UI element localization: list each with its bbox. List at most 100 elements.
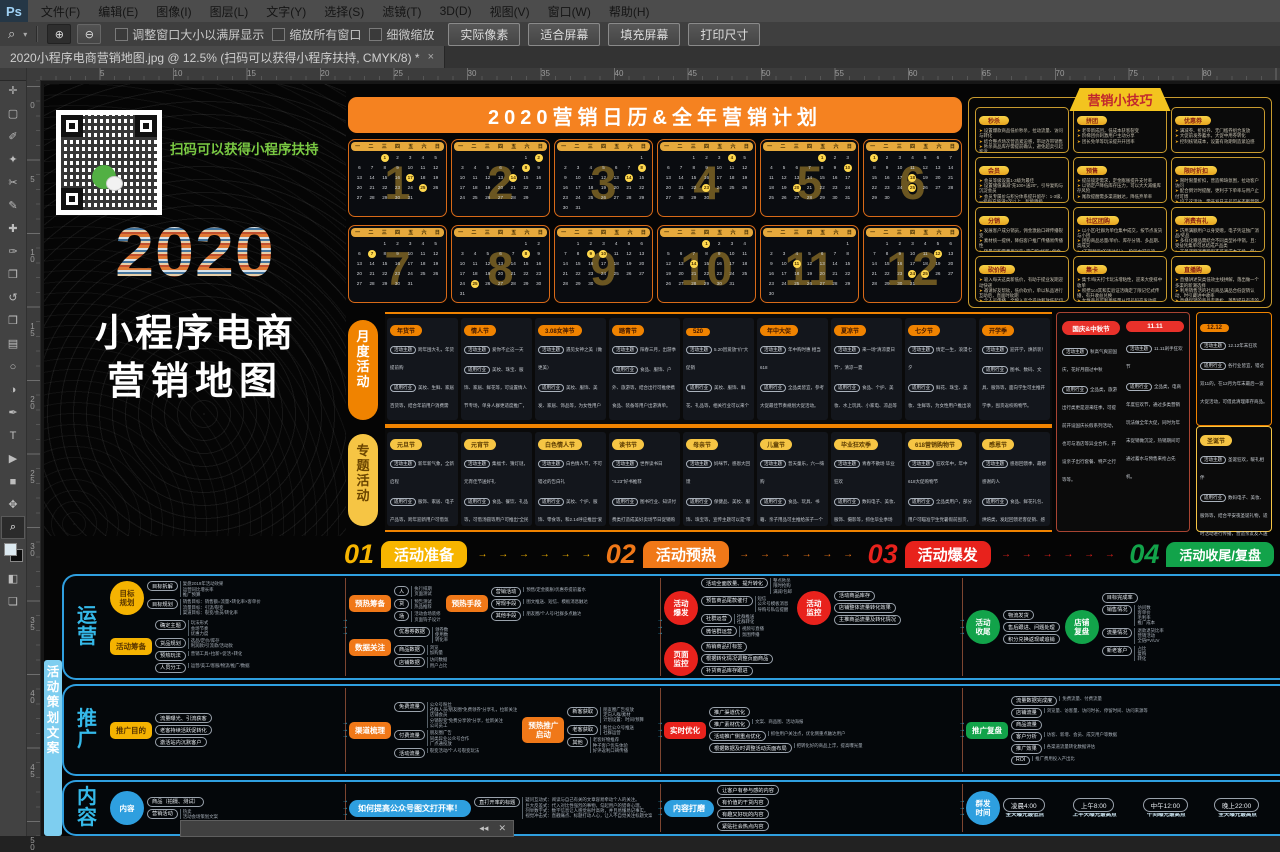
path-select-tool[interactable]: ▶ bbox=[1, 447, 25, 470]
branch-children: 免费流量、付费流量 bbox=[1059, 696, 1102, 701]
type-tool[interactable]: T bbox=[1, 424, 25, 447]
eraser-tool[interactable]: ❒ bbox=[1, 309, 25, 332]
branch-children: 访问数据用户占比 bbox=[427, 657, 448, 668]
festival-highlight-block: 国庆&中秋节活动主题秋高气爽迎国庆，花好月圆过中秋适用行业全品类，旅游出行类更是… bbox=[1056, 312, 1190, 532]
highlighted-day: 10 bbox=[844, 164, 852, 172]
collapsed-panel[interactable]: ◂◂ ✕ bbox=[180, 820, 514, 837]
option-checkbox[interactable]: 缩放所有窗口 bbox=[272, 26, 361, 43]
checkbox-box[interactable] bbox=[115, 28, 128, 41]
branches: 流量曝光、引流获客老客持续活跃促转化激活站内沉默客户 bbox=[155, 713, 212, 747]
brush-tool[interactable]: ✑ bbox=[1, 240, 25, 263]
highlighted-day: 4 bbox=[728, 154, 736, 162]
day-cell: 16 bbox=[715, 260, 723, 268]
color-swatches[interactable] bbox=[1, 541, 25, 565]
day-cell: 10 bbox=[458, 174, 466, 182]
phase-column-2: 预热筹备人执行排期页面测试货预告测试热品推荐场活动会场装修页面钩子设计预热手段营… bbox=[345, 576, 660, 678]
history-brush-tool[interactable]: ↺ bbox=[1, 286, 25, 309]
checkbox-box[interactable] bbox=[272, 28, 285, 41]
day-cell: 19 bbox=[484, 270, 492, 278]
option-checkbox[interactable]: 细微缩放 bbox=[369, 26, 434, 43]
menu-item[interactable]: 选择(S) bbox=[315, 0, 373, 22]
photoshop-logo: Ps bbox=[0, 0, 28, 22]
weekday-label: 三 bbox=[588, 143, 593, 150]
weekday-label: 五 bbox=[511, 229, 516, 236]
zoom-tool-icon[interactable]: ⌕ bbox=[6, 26, 17, 42]
option-button[interactable]: 实际像素 bbox=[448, 23, 520, 46]
weekday-label: 五 bbox=[923, 143, 928, 150]
tip-line: 以小区/社群为单位集中成交，按节点发货与小团 bbox=[1077, 228, 1163, 239]
panel-close-icon[interactable]: ✕ bbox=[498, 824, 506, 833]
empty-cell bbox=[767, 240, 775, 248]
crop-tool[interactable]: ✂ bbox=[1, 171, 25, 194]
canvas-area[interactable]: 扫码可以获得小程序扶持 2020 小程序电商 营销地图 2020营销日历&全年营… bbox=[40, 80, 1280, 836]
zoom-in-button[interactable]: ⊕ bbox=[47, 24, 71, 44]
zoom-out-button[interactable]: ⊖ bbox=[77, 24, 101, 44]
industry-block: 适用行业服饰、家居、电子产品等，跨年迎新用户可借氛围，为新流量拉动一波销量，让顾… bbox=[390, 490, 455, 526]
branch: 目标拆解复盘2019年活动效果运营同比增长率推广预算 bbox=[147, 581, 261, 597]
gradient-tool[interactable]: ▤ bbox=[1, 332, 25, 355]
day-cell: 31 bbox=[908, 280, 916, 288]
option-checkbox[interactable]: 调整窗口大小以满屏显示 bbox=[115, 26, 264, 43]
foreground-color[interactable] bbox=[4, 543, 17, 556]
day-cell: 18 bbox=[419, 174, 427, 182]
menu-item[interactable]: 帮助(H) bbox=[600, 0, 659, 22]
day-cell: 26 bbox=[805, 280, 813, 288]
menu-item[interactable]: 文字(Y) bbox=[257, 0, 315, 22]
horizontal-ruler[interactable]: 5101520253035404550556065707580 bbox=[26, 68, 1280, 81]
tip-line: 个人号传播，全貌入页全妥动和放低起切购传递和边增 bbox=[979, 298, 1065, 302]
document-tab[interactable]: 2020小程序电商营销地图.jpg @ 12.5% (扫码可以获得小程序扶持, … bbox=[0, 46, 445, 68]
branch-children: 全天曝光最高点 bbox=[1216, 813, 1257, 818]
menu-item[interactable]: 文件(F) bbox=[32, 0, 89, 22]
move-tool[interactable]: ✛ bbox=[1, 79, 25, 102]
checkbox-box[interactable] bbox=[369, 28, 382, 41]
branch-children: 各渠道流量转化数据评估 bbox=[1044, 744, 1095, 749]
tab-close-icon[interactable]: × bbox=[428, 51, 434, 63]
day-cell: 15 bbox=[381, 260, 389, 268]
branch-label: 目标规划 bbox=[147, 599, 178, 609]
wechat-icon bbox=[92, 165, 116, 189]
quick-mask-icon[interactable]: ◧ bbox=[1, 567, 25, 590]
child-item: 全链PV/UV bbox=[1134, 638, 1163, 643]
marquee-tool[interactable]: ▢ bbox=[1, 102, 25, 125]
vertical-ruler[interactable]: 051 01 52 02 53 03 54 04 55 0 bbox=[26, 80, 41, 836]
hand-tool[interactable]: ✥ bbox=[1, 493, 25, 516]
lasso-tool[interactable]: ✐ bbox=[1, 125, 25, 148]
branch: 老客持续活跃促转化 bbox=[155, 725, 212, 735]
menu-item[interactable]: 滤镜(T) bbox=[373, 0, 430, 22]
screen-mode-icon[interactable]: ❏ bbox=[1, 590, 25, 613]
magic-wand-tool[interactable]: ✦ bbox=[1, 148, 25, 171]
option-button[interactable]: 填充屏幕 bbox=[608, 23, 680, 46]
dodge-tool[interactable]: ◑ bbox=[1, 378, 25, 401]
panel-collapse-icon[interactable]: ◂◂ bbox=[479, 824, 488, 833]
menu-item[interactable]: 3D(D) bbox=[431, 0, 481, 22]
option-button[interactable]: 适合屏幕 bbox=[528, 23, 600, 46]
option-button[interactable]: 打印尺寸 bbox=[688, 23, 760, 46]
day-cell: 28 bbox=[625, 194, 633, 202]
healing-brush-tool[interactable]: ✚ bbox=[1, 217, 25, 240]
pen-tool[interactable]: ✒ bbox=[1, 401, 25, 424]
day-cell: 27 bbox=[638, 270, 646, 278]
day-cell: 6 bbox=[818, 250, 826, 258]
menu-item[interactable]: 窗口(W) bbox=[539, 0, 600, 22]
tool-preset-caret-icon[interactable]: ▾ bbox=[23, 30, 27, 39]
menu-item[interactable]: 视图(V) bbox=[481, 0, 539, 22]
menu-item[interactable]: 图层(L) bbox=[201, 0, 258, 22]
calendar-month: 一二三四五六日912345678910111213141516171819202… bbox=[554, 225, 653, 303]
day-cell: 2 bbox=[393, 154, 401, 162]
empty-cell bbox=[780, 240, 788, 248]
day-cell: 20 bbox=[496, 184, 504, 192]
calendar-month: 一二三四五六日101234567891011121314151617181920… bbox=[657, 225, 756, 303]
branch-label: 推广效果 bbox=[1011, 744, 1042, 754]
zoom-tool[interactable]: ⌕ bbox=[1, 516, 25, 539]
shape-tool[interactable]: ■ bbox=[1, 470, 25, 493]
marketing-map-document[interactable]: 扫码可以获得小程序扶持 2020 小程序电商 营销地图 2020营销日历&全年营… bbox=[44, 84, 1280, 836]
mindmap-hub: 如何提高公众号图文打开率！ bbox=[349, 800, 471, 817]
blur-tool[interactable]: ○ bbox=[1, 355, 25, 378]
clone-stamp-tool[interactable]: ❐ bbox=[1, 263, 25, 286]
menu-item[interactable]: 编辑(E) bbox=[89, 0, 147, 22]
menu-item[interactable]: 图像(I) bbox=[147, 0, 200, 22]
day-cell: 5 bbox=[599, 164, 607, 172]
eyedropper-tool[interactable]: ✎ bbox=[1, 194, 25, 217]
branch-label: 上午8:00 bbox=[1073, 798, 1115, 812]
weekday-label: 六 bbox=[628, 229, 633, 236]
